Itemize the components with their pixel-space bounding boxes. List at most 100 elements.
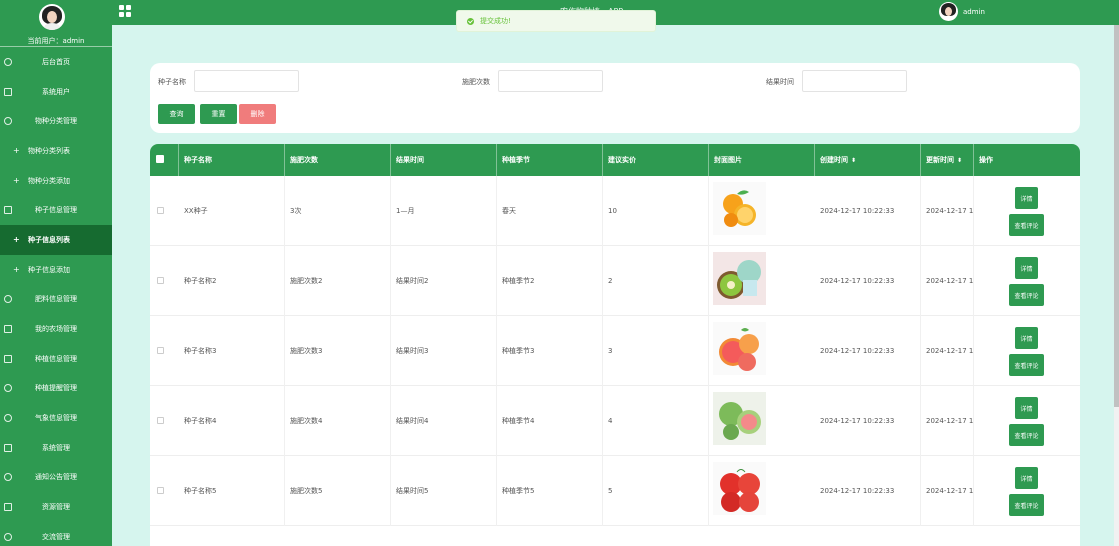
detail-button[interactable]: 详情 bbox=[1015, 187, 1038, 209]
cell-name: 种子名称2 bbox=[179, 246, 285, 316]
sidebar-item-label: 系统管理 bbox=[42, 443, 70, 452]
view-comments-button[interactable]: 查看评论 bbox=[1009, 494, 1044, 516]
cover-image[interactable] bbox=[713, 462, 766, 515]
avatar[interactable] bbox=[39, 4, 65, 30]
cell-name: XX种子 bbox=[179, 176, 285, 246]
sidebar-item[interactable]: + 物种分类添加 bbox=[0, 166, 112, 196]
sidebar-item-label: 物种分类添加 bbox=[28, 176, 70, 185]
th-created-label: 创建时间 bbox=[820, 156, 848, 164]
sidebar-item-label: 种植提醒管理 bbox=[35, 384, 77, 393]
th-name: 种子名称 bbox=[179, 144, 285, 176]
th-cover: 封面图片 bbox=[709, 144, 815, 176]
th-season: 种植季节 bbox=[497, 144, 603, 176]
cell-updated: 2024-12-17 10 bbox=[921, 386, 974, 456]
select-all-checkbox[interactable] bbox=[156, 155, 164, 163]
sort-icon[interactable]: ⬍ bbox=[957, 157, 962, 164]
sidebar-item-label: 系统用户 bbox=[42, 87, 70, 96]
fert-count-label: 施肥次数 bbox=[462, 78, 490, 86]
delete-button[interactable]: 删除 bbox=[239, 104, 276, 124]
cell-harvest: 结果时间3 bbox=[391, 316, 497, 386]
current-user-label: 当前用户：admin bbox=[27, 37, 85, 45]
cell-name: 种子名称4 bbox=[179, 386, 285, 456]
view-comments-button[interactable]: 查看评论 bbox=[1009, 214, 1044, 236]
sidebar-item-label: 通知公告管理 bbox=[35, 473, 77, 482]
sidebar-item[interactable]: 后台首页 bbox=[0, 47, 112, 77]
cover-image[interactable] bbox=[713, 392, 766, 445]
sidebar-item-label: 物种分类列表 bbox=[28, 146, 70, 155]
top-username[interactable]: admin bbox=[963, 8, 985, 16]
cell-price: 2 bbox=[603, 246, 709, 316]
row-checkbox[interactable] bbox=[157, 347, 164, 354]
th-created[interactable]: 创建时间 ⬍ bbox=[815, 144, 921, 176]
cover-image[interactable] bbox=[713, 182, 766, 235]
row-checkbox[interactable] bbox=[157, 277, 164, 284]
sidebar-item[interactable]: 系统管理 bbox=[0, 433, 112, 463]
sidebar-item[interactable]: + 种子信息列表 bbox=[0, 225, 112, 255]
cell-fert: 施肥次数2 bbox=[285, 246, 391, 316]
table-row[interactable]: XX种子 3次 1—月 春天 10 2024-12-17 10:22:33 2024-12-… bbox=[150, 176, 1080, 246]
page-scrollbar[interactable] bbox=[1114, 25, 1119, 546]
sort-icon[interactable]: ⬍ bbox=[851, 157, 856, 164]
sidebar-item[interactable]: + 物种分类列表 bbox=[0, 136, 112, 166]
cover-image[interactable] bbox=[713, 322, 766, 375]
sidebar-item[interactable]: 我的农场管理 bbox=[0, 314, 112, 344]
sidebar-item[interactable]: 资源管理 bbox=[0, 492, 112, 522]
row-checkbox[interactable] bbox=[157, 207, 164, 214]
sidebar: 当前用户：admin 后台首页 系统用户 物种分类管理 + 物种分类列表 + 物种分类添加种… bbox=[0, 0, 112, 546]
sidebar-item[interactable]: 物种分类管理 bbox=[0, 106, 112, 136]
cell-updated: 2024-12-17 10 bbox=[921, 316, 974, 386]
view-comments-button[interactable]: 查看评论 bbox=[1009, 284, 1044, 306]
sidebar-item[interactable]: 气象信息管理 bbox=[0, 403, 112, 433]
row-checkbox[interactable] bbox=[157, 487, 164, 494]
table-row[interactable]: 种子名称2 施肥次数2 结果时间2 种植季节2 2 2024-12-17 10:22:33… bbox=[150, 246, 1080, 316]
cell-fert: 3次 bbox=[285, 176, 391, 246]
cell-price: 10 bbox=[603, 176, 709, 246]
detail-button[interactable]: 详情 bbox=[1015, 257, 1038, 279]
menu-grid-icon[interactable] bbox=[119, 5, 131, 17]
fert-count-input[interactable] bbox=[498, 70, 603, 92]
reset-button[interactable]: 重置 bbox=[200, 104, 237, 124]
sidebar-item[interactable]: 种植信息管理 bbox=[0, 344, 112, 374]
row-actions: 详情 查看评论 bbox=[972, 246, 1080, 316]
table-row[interactable]: 种子名称3 施肥次数3 结果时间3 种植季节3 3 2024-12-17 10:22:33… bbox=[150, 316, 1080, 386]
cell-harvest: 1—月 bbox=[391, 176, 497, 246]
view-comments-button[interactable]: 查看评论 bbox=[1009, 424, 1044, 446]
sidebar-profile: 当前用户：admin bbox=[0, 0, 112, 47]
cell-season: 春天 bbox=[497, 176, 603, 246]
sidebar-item[interactable]: 通知公告管理 bbox=[0, 463, 112, 493]
th-updated[interactable]: 更新时间 ⬍ bbox=[921, 144, 974, 176]
cell-name: 种子名称5 bbox=[179, 456, 285, 526]
cell-season: 种植季节4 bbox=[497, 386, 603, 456]
cell-created: 2024-12-17 10:22:33 bbox=[815, 176, 921, 246]
scrollbar-thumb[interactable] bbox=[1114, 25, 1119, 407]
cell-season: 种植季节3 bbox=[497, 316, 603, 386]
table-header: 种子名称 施肥次数 结果时间 种植季节 建议实价 封面图片 创建时间 ⬍ 更新时间… bbox=[150, 144, 1080, 176]
detail-button[interactable]: 详情 bbox=[1015, 327, 1038, 349]
sidebar-item[interactable]: 种子信息管理 bbox=[0, 195, 112, 225]
sidebar-item[interactable]: 交流管理 bbox=[0, 522, 112, 546]
view-comments-button[interactable]: 查看评论 bbox=[1009, 354, 1044, 376]
sidebar-item[interactable]: 肥料信息管理 bbox=[0, 285, 112, 315]
sidebar-item[interactable]: + 种子信息添加 bbox=[0, 255, 112, 285]
toast-message: 提交成功! bbox=[480, 17, 511, 25]
table-row[interactable]: 种子名称5 施肥次数5 结果时间5 种植季节5 5 2024-12-17 10:22:33… bbox=[150, 456, 1080, 526]
sidebar-item-label: 气象信息管理 bbox=[35, 414, 77, 423]
cover-image[interactable] bbox=[713, 252, 766, 305]
seed-name-input[interactable] bbox=[194, 70, 299, 92]
detail-button[interactable]: 详情 bbox=[1015, 397, 1038, 419]
detail-button[interactable]: 详情 bbox=[1015, 467, 1038, 489]
top-avatar[interactable] bbox=[939, 2, 958, 21]
fruit-image bbox=[713, 392, 766, 445]
sidebar-item[interactable]: 系统用户 bbox=[0, 77, 112, 107]
sidebar-item-label: 后台首页 bbox=[42, 57, 70, 66]
sidebar-item-label: 种子信息添加 bbox=[28, 265, 70, 274]
row-checkbox[interactable] bbox=[157, 417, 164, 424]
sidebar-menu: 后台首页系统用户物种分类管理 + 物种分类列表 + 物种分类添加 种子信息管理 + 种子信息列… bbox=[0, 47, 112, 546]
cell-price: 4 bbox=[603, 386, 709, 456]
cell-price: 3 bbox=[603, 316, 709, 386]
harvest-time-input[interactable] bbox=[802, 70, 907, 92]
table-row[interactable]: 种子名称4 施肥次数4 结果时间4 种植季节4 4 2024-12-17 10:22:33… bbox=[150, 386, 1080, 456]
sidebar-item-label: 我的农场管理 bbox=[35, 325, 77, 334]
query-button[interactable]: 查询 bbox=[158, 104, 195, 124]
sidebar-item[interactable]: 种植提醒管理 bbox=[0, 374, 112, 404]
